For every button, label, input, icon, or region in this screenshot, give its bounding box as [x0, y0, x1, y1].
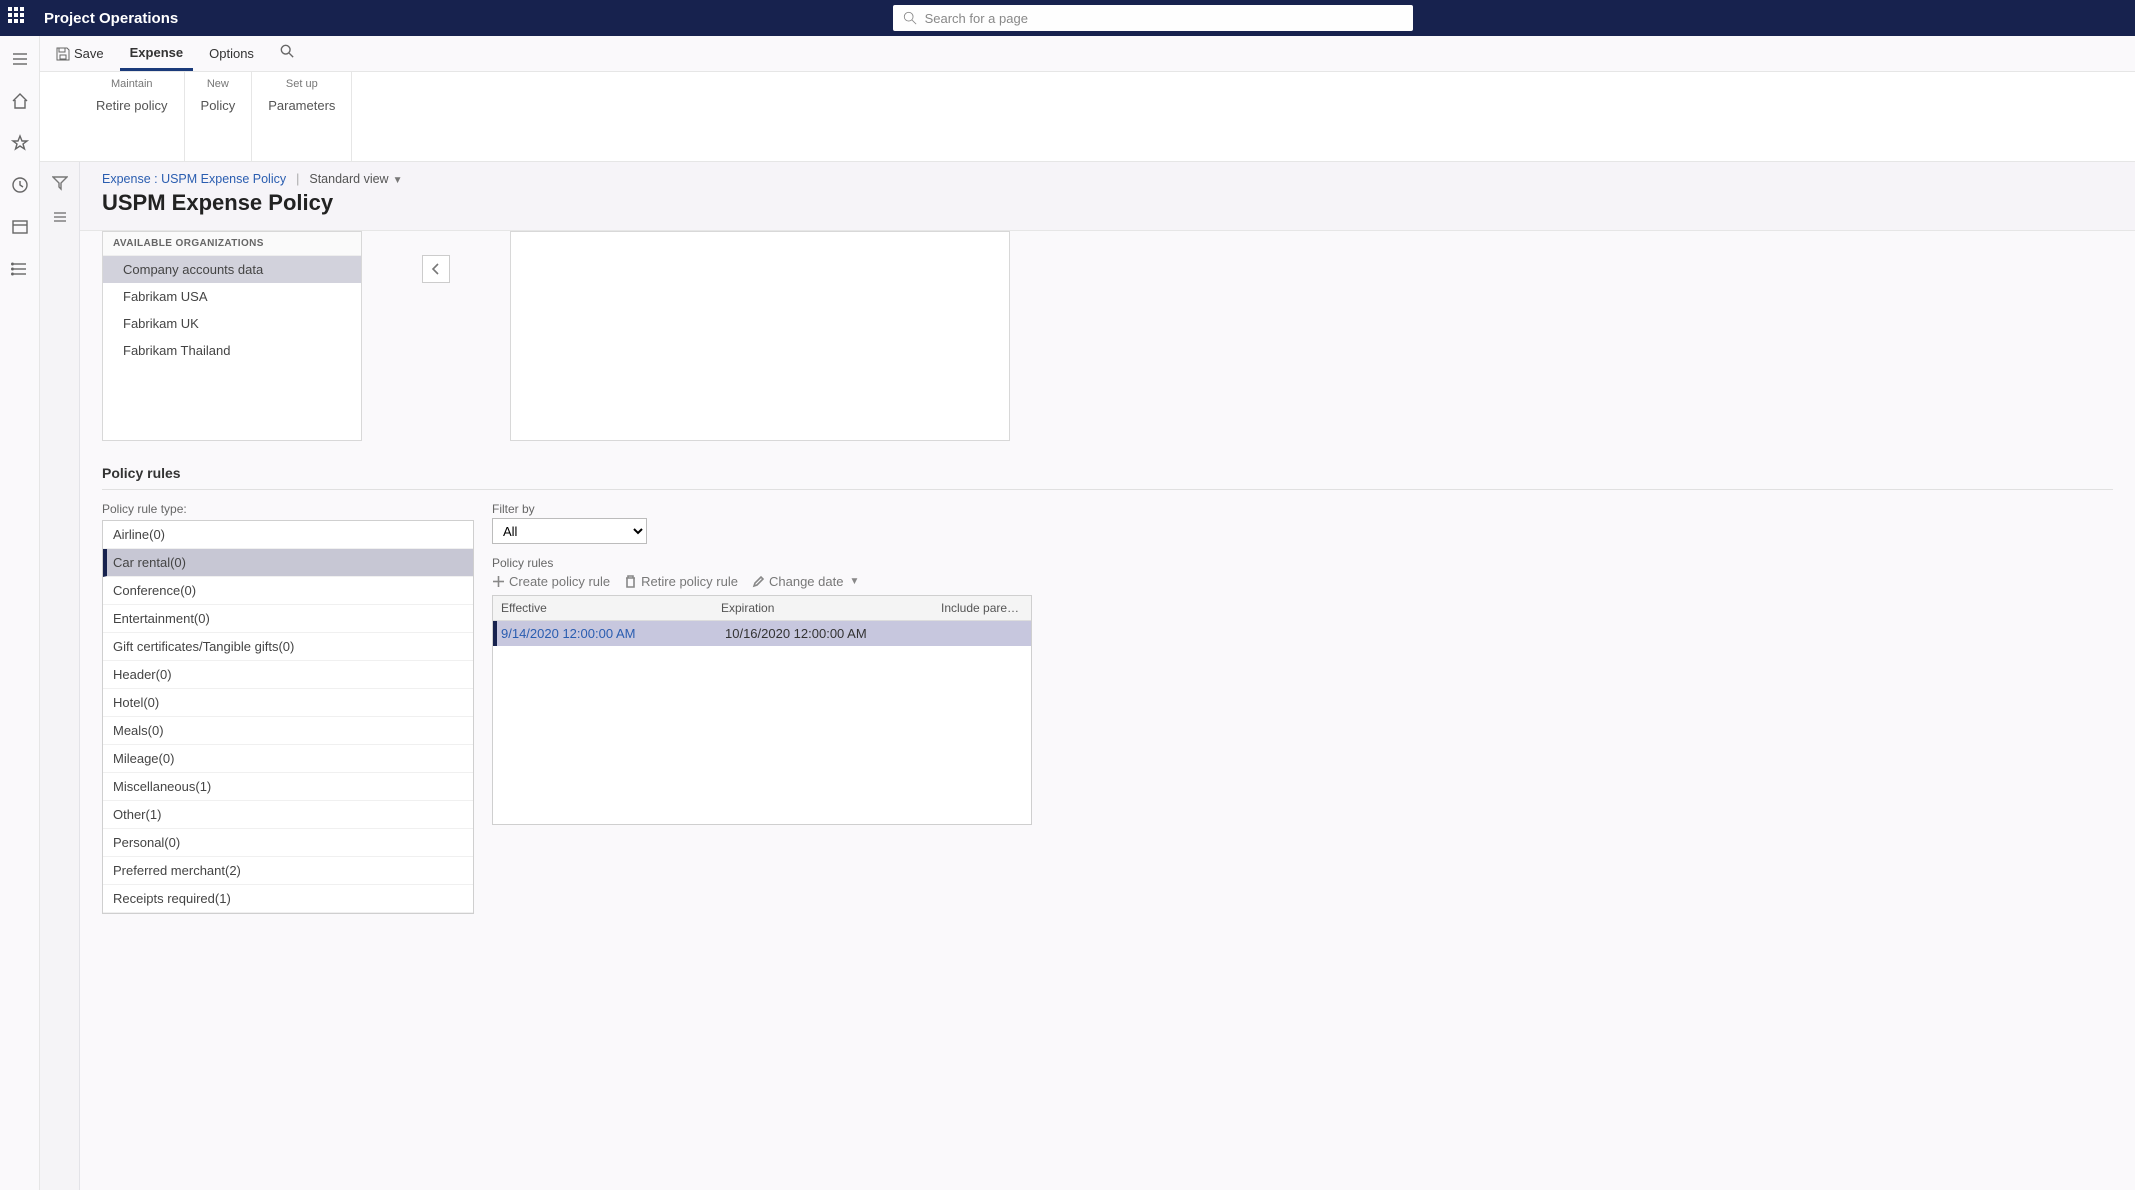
chevron-down-icon: ▼ — [849, 576, 859, 587]
policy-rules-grid[interactable]: Effective Expiration Include paren... 9/… — [492, 595, 1032, 825]
ribbon-group-setup-label: Set up — [268, 78, 335, 90]
form-mini-rail — [40, 162, 80, 1190]
ribbon-group-maintain-label: Maintain — [96, 78, 168, 90]
action-search-icon[interactable] — [270, 44, 304, 63]
view-selector[interactable]: Standard view▼ — [309, 172, 402, 186]
rule-type-item[interactable]: Conference(0) — [103, 577, 473, 605]
cell-expiration: 10/16/2020 12:00:00 AM — [717, 621, 937, 646]
left-nav-rail — [0, 36, 40, 1190]
rail-recent-icon[interactable] — [9, 174, 31, 196]
global-search[interactable] — [893, 5, 1413, 31]
ribbon-group-maintain: Maintain Retire policy — [80, 72, 185, 161]
topbar: Project Operations — [0, 0, 2135, 36]
rail-workspaces-icon[interactable] — [9, 216, 31, 238]
save-button[interactable]: Save — [46, 36, 114, 71]
col-expiration[interactable]: Expiration — [713, 596, 933, 620]
change-date-button[interactable]: Change date ▼ — [752, 574, 859, 589]
chevron-down-icon: ▼ — [393, 175, 403, 186]
rule-type-item[interactable]: Gift certificates/Tangible gifts(0) — [103, 633, 473, 661]
page-title: USPM Expense Policy — [102, 190, 2113, 216]
tab-expense[interactable]: Expense — [120, 36, 193, 71]
pencil-icon — [752, 575, 765, 588]
tab-options[interactable]: Options — [199, 36, 264, 71]
breadcrumb-sep: | — [296, 172, 299, 186]
org-item[interactable]: Fabrikam USA — [103, 283, 361, 310]
rule-type-item[interactable]: Other(1) — [103, 801, 473, 829]
save-icon — [56, 47, 70, 61]
rail-favorites-icon[interactable] — [9, 132, 31, 154]
app-launcher-icon[interactable] — [8, 7, 30, 29]
org-item[interactable]: Fabrikam Thailand — [103, 337, 361, 364]
cell-include — [937, 621, 1031, 646]
rule-type-item[interactable]: Car rental(0) — [103, 549, 473, 577]
rule-type-label: Policy rule type: — [102, 502, 474, 516]
rule-type-item[interactable]: Receipts required(1) — [103, 885, 473, 913]
policy-rules-section-title: Policy rules — [102, 465, 2113, 489]
rule-type-item[interactable]: Mileage(0) — [103, 745, 473, 773]
grid-row[interactable]: 9/14/2020 12:00:00 AM10/16/2020 12:00:00… — [493, 621, 1031, 646]
policy-button[interactable]: Policy — [201, 98, 236, 113]
breadcrumb: Expense : USPM Expense Policy | Standard… — [102, 172, 2113, 186]
rail-menu-icon[interactable] — [9, 48, 31, 70]
rule-type-item[interactable]: Header(0) — [103, 661, 473, 689]
create-policy-rule-button[interactable]: Create policy rule — [492, 574, 610, 589]
org-item[interactable]: Company accounts data — [103, 256, 361, 283]
plus-icon — [492, 575, 505, 588]
rule-type-item[interactable]: Airline(0) — [103, 521, 473, 549]
filter-by-select[interactable]: All — [492, 518, 647, 544]
rule-type-item[interactable]: Miscellaneous(1) — [103, 773, 473, 801]
ribbon-group-new-label: New — [201, 78, 236, 90]
filter-by-label: Filter by — [492, 502, 1032, 516]
page-header: Expense : USPM Expense Policy | Standard… — [80, 162, 2135, 231]
available-orgs-panel: AVAILABLE ORGANIZATIONS Company accounts… — [102, 231, 362, 441]
ribbon-group-new: New Policy — [185, 72, 253, 161]
rail-home-icon[interactable] — [9, 90, 31, 112]
org-item[interactable]: Fabrikam UK — [103, 310, 361, 337]
command-bar: Save Expense Options — [40, 36, 2135, 72]
remove-org-button[interactable] — [422, 255, 450, 283]
arrow-left-icon — [429, 262, 443, 276]
cell-effective[interactable]: 9/14/2020 12:00:00 AM — [497, 621, 717, 646]
search-icon — [903, 11, 917, 25]
related-info-icon[interactable] — [49, 206, 71, 228]
save-label: Save — [74, 46, 104, 61]
ribbon: Maintain Retire policy New Policy Set up… — [40, 72, 2135, 162]
rule-types-panel: Policy rule type: Airline(0)Car rental(0… — [102, 502, 474, 914]
retire-policy-rule-button[interactable]: Retire policy rule — [624, 574, 738, 589]
app-title: Project Operations — [44, 10, 178, 27]
col-effective[interactable]: Effective — [493, 596, 713, 620]
available-orgs-label: AVAILABLE ORGANIZATIONS — [103, 232, 361, 256]
rule-type-item[interactable]: Meals(0) — [103, 717, 473, 745]
retire-policy-button[interactable]: Retire policy — [96, 98, 168, 113]
breadcrumb-link[interactable]: Expense : USPM Expense Policy — [102, 172, 286, 186]
parameters-button[interactable]: Parameters — [268, 98, 335, 113]
grid-header: Effective Expiration Include paren... — [493, 596, 1031, 621]
rule-type-item[interactable]: Personal(0) — [103, 829, 473, 857]
trash-icon — [624, 575, 637, 588]
selected-orgs-panel — [510, 231, 1010, 441]
ribbon-group-setup: Set up Parameters — [252, 72, 352, 161]
global-search-input[interactable] — [925, 11, 1403, 26]
rail-modules-icon[interactable] — [9, 258, 31, 280]
rule-type-item[interactable]: Hotel(0) — [103, 689, 473, 717]
rule-type-item[interactable]: Preferred merchant(2) — [103, 857, 473, 885]
rule-type-item[interactable]: Entertainment(0) — [103, 605, 473, 633]
filter-icon[interactable] — [49, 172, 71, 194]
rule-type-list[interactable]: Airline(0)Car rental(0)Conference(0)Ente… — [102, 520, 474, 914]
col-include[interactable]: Include paren... — [933, 596, 1031, 620]
policy-rules-label: Policy rules — [492, 556, 1032, 570]
